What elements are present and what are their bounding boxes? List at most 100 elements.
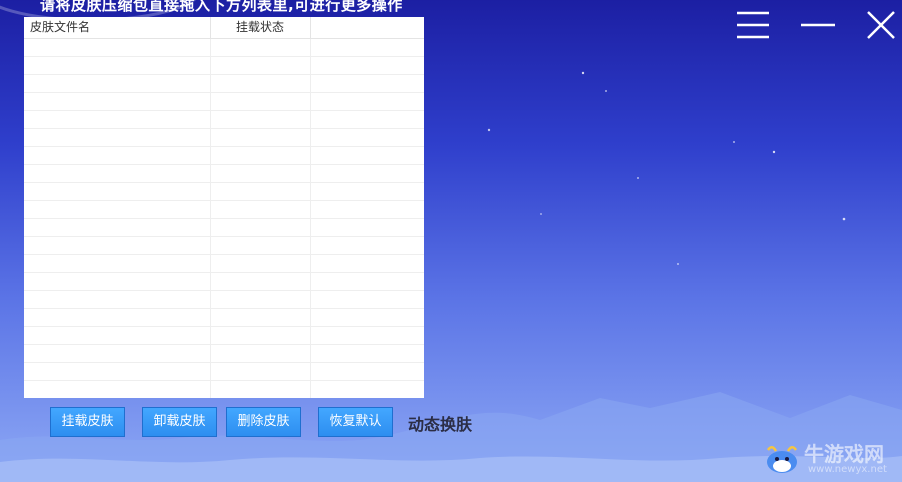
table-row[interactable] [24,255,424,273]
table-row[interactable] [24,129,424,147]
table-row[interactable] [24,237,424,255]
skin-list-table[interactable]: 皮肤文件名 挂载状态 [24,17,424,398]
table-cell [24,363,211,380]
mascot-logo-icon [766,446,798,473]
table-row[interactable] [24,111,424,129]
table-cell [24,327,211,344]
mount-skin-button[interactable]: 挂载皮肤 [50,407,125,437]
table-cell [211,327,311,344]
table-cell [24,291,211,308]
table-row[interactable] [24,363,424,381]
column-header-skin-filename[interactable]: 皮肤文件名 [24,17,211,38]
table-cell [24,147,211,164]
table-cell [211,273,311,290]
table-cell [211,129,311,146]
table-cell [311,363,424,380]
dynamic-skin-link[interactable]: 动态换肤 [408,411,472,435]
table-cell [24,93,211,110]
table-row[interactable] [24,75,424,93]
table-cell [211,93,311,110]
table-cell [311,39,424,56]
table-cell [24,345,211,362]
delete-skin-button[interactable]: 删除皮肤 [226,407,301,437]
table-cell [24,237,211,254]
close-icon [867,11,895,39]
drop-instruction-text: 请将皮肤压缩包直接拖入下方列表里,可进行更多操作 [40,0,403,14]
table-body [24,39,424,398]
table-cell [24,255,211,272]
unmount-skin-button[interactable]: 卸载皮肤 [142,407,217,437]
table-row[interactable] [24,345,424,363]
table-cell [211,345,311,362]
table-cell [211,381,311,398]
table-cell [24,219,211,236]
table-row[interactable] [24,39,424,57]
table-cell [211,291,311,308]
table-cell [311,57,424,74]
table-cell [311,291,424,308]
table-row[interactable] [24,165,424,183]
table-cell [311,75,424,92]
table-row[interactable] [24,309,424,327]
table-header: 皮肤文件名 挂载状态 [24,17,424,39]
table-cell [211,237,311,254]
drop-instruction-banner: 请将皮肤压缩包直接拖入下方列表里,可进行更多操作 [16,0,424,14]
watermark-name: 牛游戏网 [804,442,884,466]
table-cell [311,273,424,290]
table-cell [24,309,211,326]
table-cell [24,57,211,74]
table-cell [211,75,311,92]
watermark: 牛游戏网 www.newyx.net [760,436,900,480]
table-cell [211,363,311,380]
table-row[interactable] [24,93,424,111]
restore-default-button[interactable]: 恢复默认 [318,407,393,437]
table-row[interactable] [24,219,424,237]
table-row[interactable] [24,327,424,345]
watermark-url: www.newyx.net [808,464,887,475]
table-row[interactable] [24,57,424,75]
minimize-icon [801,23,835,27]
table-cell [311,183,424,200]
table-cell [211,219,311,236]
table-cell [24,201,211,218]
table-cell [311,345,424,362]
minimize-button[interactable] [798,8,838,42]
table-cell [211,183,311,200]
hamburger-menu-icon [737,11,769,39]
table-cell [311,309,424,326]
table-cell [211,255,311,272]
table-row[interactable] [24,183,424,201]
table-cell [211,57,311,74]
table-cell [311,147,424,164]
table-cell [24,111,211,128]
menu-button[interactable] [733,8,773,42]
table-cell [211,201,311,218]
table-cell [311,255,424,272]
table-cell [311,381,424,398]
table-row[interactable] [24,201,424,219]
table-cell [24,39,211,56]
table-cell [311,201,424,218]
table-cell [24,75,211,92]
table-row[interactable] [24,147,424,165]
table-cell [311,165,424,182]
column-header-mount-status[interactable]: 挂载状态 [211,17,311,38]
table-cell [24,381,211,398]
table-cell [311,93,424,110]
table-cell [211,39,311,56]
table-cell [24,165,211,182]
table-cell [311,111,424,128]
close-button[interactable] [862,8,902,42]
table-row[interactable] [24,381,424,398]
table-cell [311,129,424,146]
table-cell [211,165,311,182]
table-cell [24,129,211,146]
table-row[interactable] [24,273,424,291]
table-row[interactable] [24,291,424,309]
table-cell [24,273,211,290]
column-header-extra[interactable] [311,17,424,38]
table-cell [311,237,424,254]
table-cell [211,147,311,164]
table-cell [211,111,311,128]
table-cell [311,219,424,236]
